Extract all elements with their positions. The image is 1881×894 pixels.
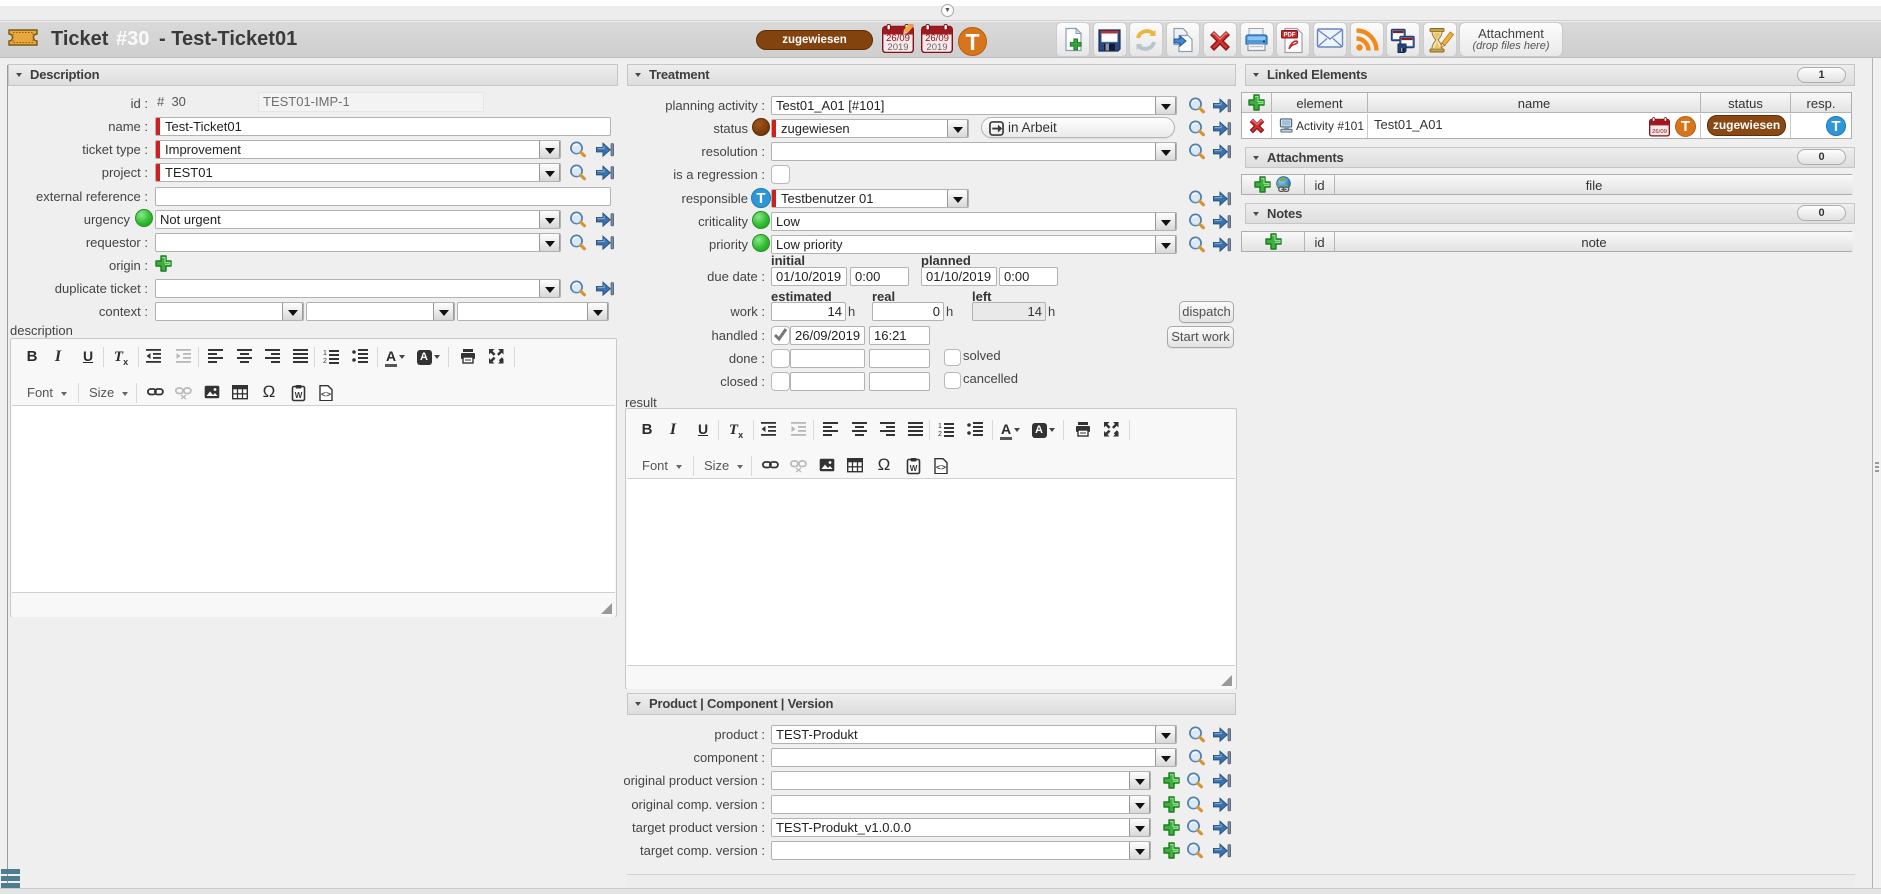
svg-text:26/09: 26/09 bbox=[1652, 129, 1667, 135]
svg-text:PDF: PDF bbox=[1283, 33, 1295, 39]
svg-text:2019: 2019 bbox=[887, 42, 908, 53]
svg-text:2019: 2019 bbox=[926, 42, 947, 53]
